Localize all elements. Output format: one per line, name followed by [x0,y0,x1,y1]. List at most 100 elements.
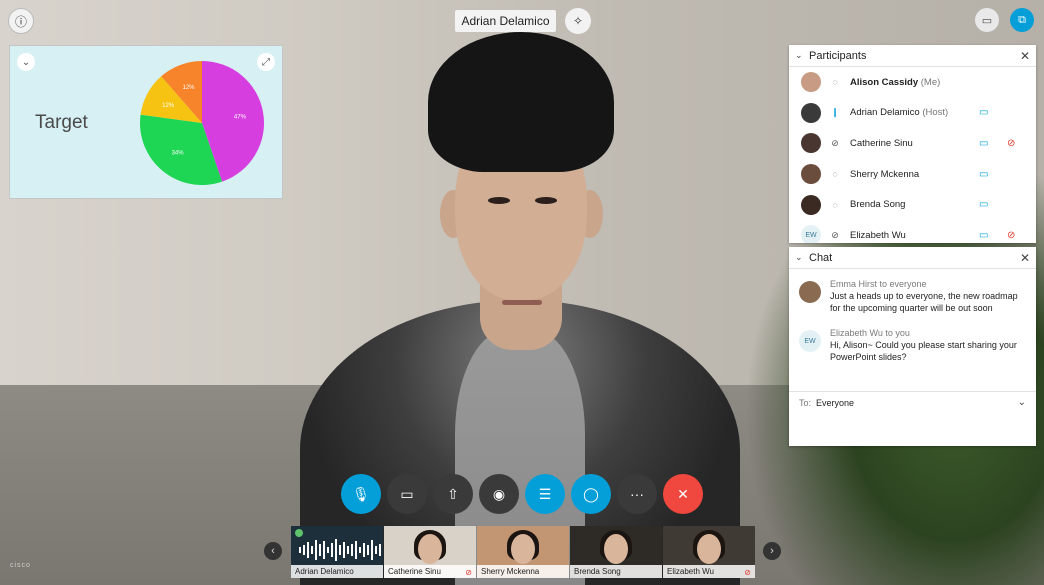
mic-off-icon[interactable]: ⊘ [830,138,840,149]
chevron-down-icon[interactable]: ⌄ [795,50,809,61]
participant-row[interactable]: EW ⊘ Elizabeth Wu ▭ ⊘ [789,220,1036,243]
chat-message-meta: Emma Hirst to everyone [830,279,927,289]
avatar: EW [801,225,821,243]
participant-name-text: Brenda Song [850,199,906,211]
waveform-bar [327,547,329,553]
shield-icon [295,529,303,537]
popout-button[interactable]: ⧉ [1010,8,1034,32]
more-icon: ··· [630,486,644,502]
mic-muted-icon: ⊘ [744,568,751,577]
chat-message-text: Hi, Alison~ Could you please start shari… [830,340,1017,362]
participants-title: Participants [809,49,867,62]
mic-icon[interactable]: ◌ [830,200,840,210]
waveform-bar [315,540,317,560]
chat-message-text: Just a heads up to everyone, the new roa… [830,291,1018,313]
close-icon[interactable]: ✕ [1020,49,1030,63]
waveform-bar [359,547,361,553]
filmstrip-tile-name: Adrian Delamico [291,565,383,578]
participant-row[interactable]: ❙ Adrian Delamico (Host) ▭ [789,98,1036,129]
info-button[interactable]: ⓘ [8,8,34,34]
participants-button[interactable]: ☰ [525,474,565,514]
video-camera-icon[interactable]: ▭ [979,138,988,149]
participant-name-text: Elizabeth Wu [850,229,906,241]
participant-name: Elizabeth Wu [850,230,906,241]
record-icon: ◉ [492,485,506,502]
chat-panel: ⌄ Chat ✕ Emma Hirst to everyone Just a he… [789,247,1036,446]
pin-icon: ✧ [572,14,584,28]
waveform-bar [375,546,377,554]
avatar [799,281,821,303]
chevron-down-icon[interactable]: ⌄ [795,252,809,263]
filmstrip-tile[interactable]: Brenda Song [570,526,662,578]
mic-muted-icon[interactable]: ⊘ [1007,138,1015,149]
participant-row[interactable]: ⊘ Catherine Sinu ▭ ⊘ [789,128,1036,159]
filmstrip-tile[interactable]: Elizabeth Wu ⊘ [663,526,755,578]
mic-icon[interactable]: ◌ [830,77,840,87]
layout-button[interactable]: ▭ [975,8,999,32]
filmstrip-tile[interactable]: Sherry Mckenna [477,526,569,578]
avatar: EW [799,330,821,352]
mic-active-icon[interactable]: ❙ [830,107,840,118]
participant-name: Catherine Sinu [850,138,913,149]
chevron-down-icon[interactable]: ⌄ [1018,397,1026,408]
chat-header[interactable]: ⌄ Chat ✕ [789,247,1036,269]
avatar [801,102,821,123]
chat-bubble-icon: ◯ [583,485,599,502]
video-camera-icon[interactable]: ▭ [979,230,988,241]
mic-off-icon[interactable]: ⊘ [830,230,840,241]
participant-role: (Host) [922,107,949,119]
pin-button[interactable]: ✧ [565,8,591,34]
mic-icon[interactable]: ◌ [830,169,840,179]
participant-face [418,534,442,564]
video-camera-icon[interactable]: ▭ [979,199,988,210]
video-button[interactable]: ▭ [387,474,427,514]
more-button[interactable]: ··· [617,474,657,514]
filmstrip-tile-name: Sherry Mckenna [477,565,569,578]
waveform-bar [307,542,309,558]
close-icon[interactable]: ✕ [1020,251,1030,265]
shared-content-preview[interactable]: ⌄ ⤢ Target 47% 34% 12% 12% [9,45,283,199]
record-button[interactable]: ◉ [479,474,519,514]
participant-row[interactable]: ◌ Brenda Song ▭ [789,189,1036,220]
participant-row[interactable]: ◌ Alison Cassidy (Me) [789,67,1036,98]
video-camera-icon[interactable]: ▭ [979,107,988,118]
chat-title: Chat [809,251,833,264]
waveform-bar [379,544,381,556]
filmstrip-prev-button[interactable]: ‹ [264,542,282,560]
mute-button[interactable]: 🎙 [341,474,381,514]
share-button[interactable]: ⇧ [433,474,473,514]
waveform-bar [323,541,325,559]
chevron-down-icon[interactable]: ⌄ [17,53,35,71]
participant-name-text: Adrian Delamico [850,107,920,119]
chat-message-body: Elizabeth Wu to you Hi, Alison~ Could you… [830,328,1026,363]
filmstrip-tile[interactable]: Catherine Sinu ⊘ [384,526,476,578]
pie-slice-label: 47% [234,115,247,121]
avatar [801,133,821,154]
participant-name: Sherry Mckenna [850,169,919,180]
chat-message-meta: Elizabeth Wu to you [830,328,910,338]
chat-recipient-select[interactable]: To: Everyone ⌄ [789,391,1036,413]
mic-muted-icon[interactable]: ⊘ [1007,230,1015,241]
layout-icon: ▭ [981,14,993,27]
participant-face [604,534,628,564]
waveform-bar [343,542,345,558]
filmstrip-next-button[interactable]: › [763,542,781,560]
chat-button[interactable]: ◯ [571,474,611,514]
participant-name: Adrian Delamico (Host) [850,107,948,118]
video-camera-icon[interactable]: ▭ [979,169,988,180]
participant-name-text: Catherine Sinu [850,137,913,149]
mic-muted-icon: ⊘ [465,568,472,577]
slide-title: Target [35,112,88,133]
participant-face [511,534,535,564]
leave-button[interactable]: ✕ [663,474,703,514]
speaker-eye [535,197,557,204]
participant-row[interactable]: ◌ Sherry Mckenna ▭ [789,159,1036,190]
chat-message: Emma Hirst to everyone Just a heads up to… [789,279,1036,314]
popout-icon: ⧉ [1018,13,1026,26]
waveform-bar [371,540,373,560]
waveform-bar [367,545,369,555]
avatar [801,194,821,215]
participant-name-text: Alison Cassidy [850,76,919,88]
participants-header[interactable]: ⌄ Participants ✕ [789,45,1036,67]
filmstrip-tile[interactable]: Adrian Delamico [291,526,383,578]
